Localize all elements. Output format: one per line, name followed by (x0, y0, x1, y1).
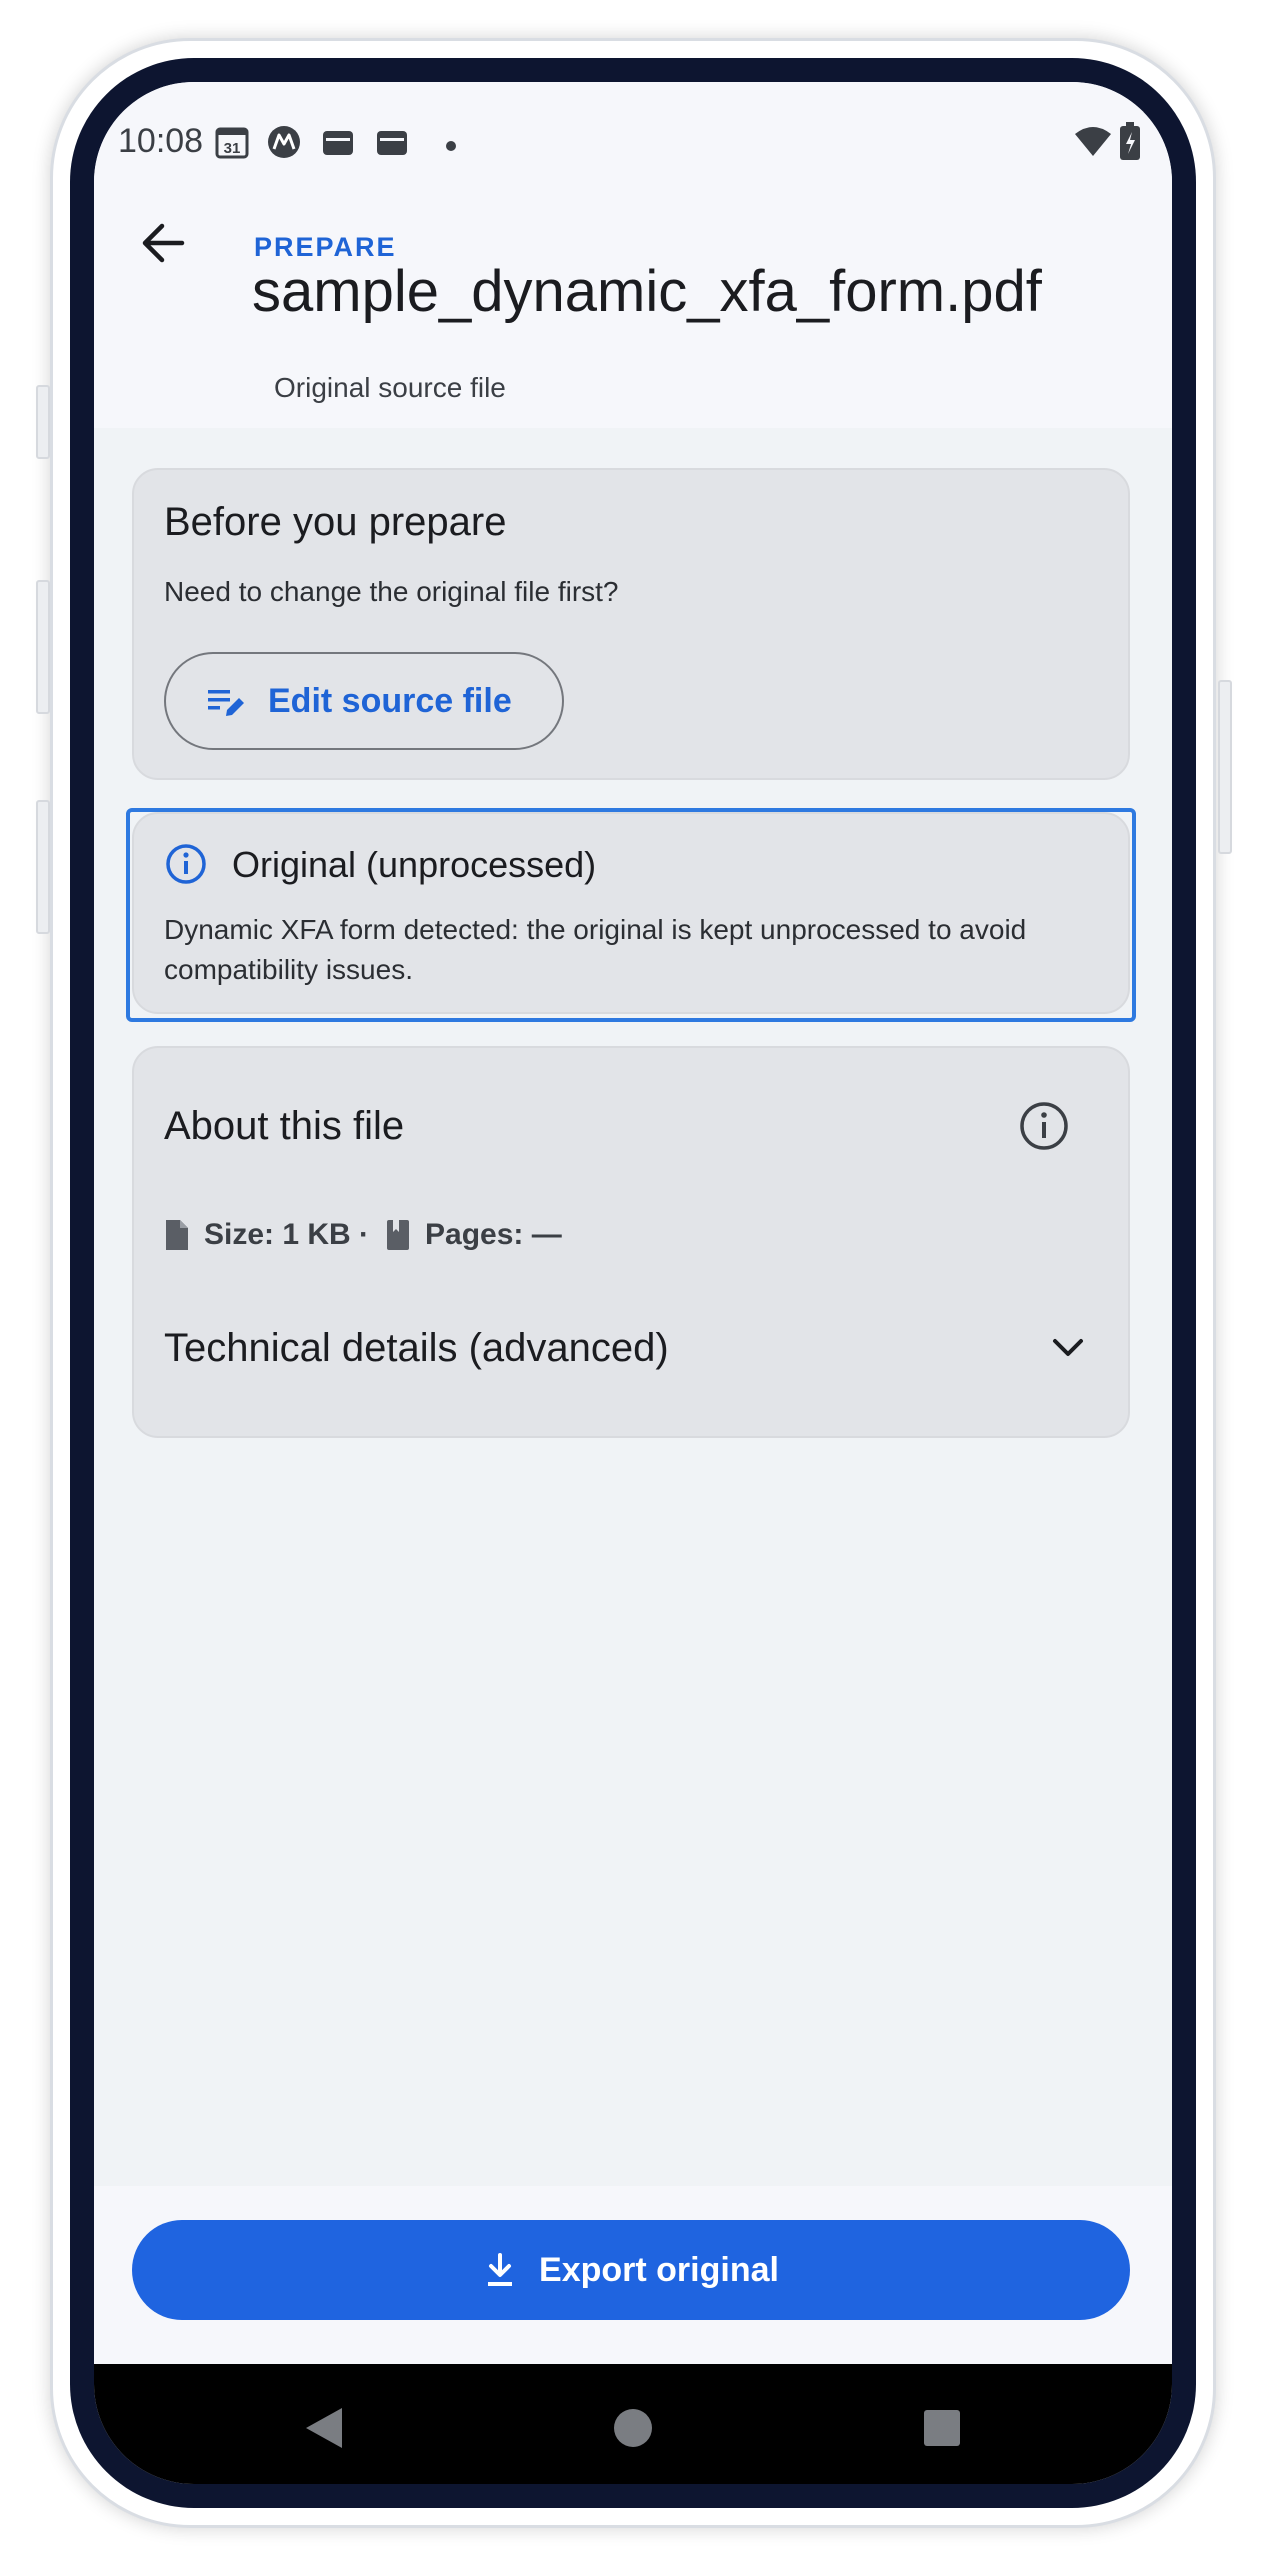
file-size: Size: 1 KB · (204, 1218, 370, 1251)
notification-dot-icon (446, 138, 456, 156)
screen: 10:08 31 PREPARE sample_dynamic_xfa_form… (94, 82, 1172, 2484)
status-time: 10:08 (118, 122, 204, 160)
wifi-icon (1074, 126, 1112, 163)
back-button[interactable] (128, 208, 198, 278)
book-icon (387, 1220, 410, 1250)
system-navigation-bar (94, 2364, 1172, 2484)
triangle-back-icon (306, 2408, 342, 2448)
status-bar: 10:08 31 (94, 82, 1172, 202)
edit-note-icon (208, 690, 244, 716)
nav-home-button[interactable] (603, 2398, 663, 2458)
card-title: Before you prepare (164, 500, 507, 544)
page-count: Pages: — (425, 1218, 562, 1251)
export-original-label: Export original (539, 2250, 779, 2289)
technical-details-expander[interactable]: Technical details (advanced) (164, 1308, 1104, 1388)
device-side-button (36, 580, 50, 714)
square-recents-icon (924, 2410, 960, 2446)
wallet-icon (374, 124, 410, 165)
focus-highlight (126, 808, 1136, 1022)
nav-back-button[interactable] (294, 2398, 354, 2458)
edit-source-file-label: Edit source file (268, 681, 512, 720)
file-meta-row: Size: 1 KB · Pages: — (164, 1218, 562, 1252)
page-subtitle: Original source file (274, 372, 506, 403)
page-title: sample_dynamic_xfa_form.pdf (252, 259, 1042, 324)
file-icon (166, 1220, 188, 1250)
calendar-day: 31 (224, 140, 241, 157)
card-description: Need to change the original file first? (164, 576, 619, 607)
arrow-back-icon (142, 223, 185, 263)
edit-source-file-button[interactable]: Edit source file (164, 652, 564, 750)
download-icon (488, 2253, 513, 2286)
device-side-button (1218, 680, 1232, 854)
nav-recents-button[interactable] (912, 2398, 972, 2458)
calendar-icon: 31 (214, 124, 250, 165)
wallet-icon (320, 124, 356, 165)
circle-home-icon (614, 2409, 652, 2447)
about-title: About this file (164, 1104, 405, 1148)
motorola-icon (266, 124, 302, 165)
file-info-button[interactable] (1014, 1096, 1074, 1156)
device-side-button (36, 800, 50, 934)
device-side-button (36, 385, 50, 459)
info-outline-icon (1020, 1102, 1068, 1150)
export-original-button[interactable]: Export original (132, 2220, 1130, 2320)
before-prepare-card: Before you prepare Need to change the or… (132, 468, 1130, 780)
chevron-down-icon (1053, 1339, 1083, 1356)
battery-charging-icon (1120, 122, 1140, 165)
about-file-card: About this file Size: 1 KB · Pages: — Te… (132, 1046, 1130, 1438)
technical-details-label: Technical details (advanced) (164, 1325, 669, 1370)
